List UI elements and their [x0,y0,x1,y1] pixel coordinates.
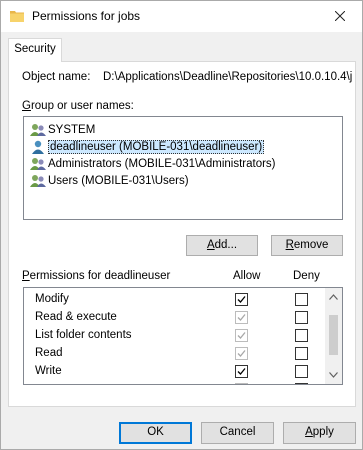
permissions-scrollbar[interactable] [325,288,342,384]
object-name-value: D:\Applications\Deadline\Repositories\10… [103,71,353,83]
list-item[interactable]: SYSTEM [30,121,95,138]
checkmark-icon [237,314,246,321]
folder-icon [10,11,24,22]
permission-row-special [24,381,326,384]
list-item[interactable]: Users (MOBILE-031\Users) [30,172,189,189]
user-group-icon [30,157,46,170]
permission-name: Write [35,365,62,377]
security-panel: Object name: D:\Applications\Deadline\Re… [8,61,356,407]
apply-button[interactable]: Apply [283,422,356,444]
allow-header: Allow [233,270,261,282]
permissions-dialog: Permissions for jobs Security Object nam… [0,0,363,450]
deny-checkbox[interactable] [295,365,308,378]
list-item[interactable]: Administrators (MOBILE-031\Administrator… [30,155,276,172]
deny-checkbox[interactable] [295,329,308,342]
user-group-icon [30,123,46,136]
user-icon [32,140,44,154]
permission-row-list-folder: List folder contents [24,327,326,345]
allow-checkbox[interactable] [235,293,248,306]
deny-checkbox[interactable] [295,293,308,306]
permission-row-modify: Modify [24,291,326,309]
ok-button[interactable]: OK [119,422,192,444]
close-button[interactable] [317,1,362,31]
close-icon [334,11,345,21]
add-button[interactable]: Add... [186,235,258,256]
window-title: Permissions for jobs [32,9,141,23]
checkmark-icon [237,296,246,303]
deny-checkbox[interactable] [295,383,308,384]
checkmark-icon [237,332,246,339]
permission-name: Read [35,347,63,359]
permission-row-write: Write [24,363,326,381]
permission-row-read-execute: Read & execute [24,309,326,327]
allow-checkbox [235,329,248,342]
permission-name: Modify [35,293,69,305]
list-item-label: Users (MOBILE-031\Users) [48,174,189,187]
group-user-list[interactable]: SYSTEM deadlineuser (MOBILE-031\deadline… [23,116,343,220]
allow-checkbox [235,347,248,360]
title-bar: Permissions for jobs [1,1,362,32]
checkmark-icon [237,350,246,357]
scroll-down-icon[interactable] [329,372,338,378]
deny-header: Deny [293,270,320,282]
deny-checkbox[interactable] [295,347,308,360]
permission-name: List folder contents [35,329,132,341]
allow-checkbox [235,383,248,384]
remove-button[interactable]: Remove [271,235,343,256]
allow-checkbox[interactable] [235,365,248,378]
permission-row-read: Read [24,345,326,363]
permissions-list: Modify Read & execute List folder conten… [23,287,343,385]
scroll-up-icon[interactable] [329,294,338,300]
list-item-label: deadlineuser (MOBILE-031\deadlineuser) [48,139,265,154]
list-item[interactable]: deadlineuser (MOBILE-031\deadlineuser) [30,138,265,155]
permissions-label: Permissions for deadlineuser [22,270,171,282]
user-group-icon [30,174,46,187]
checkmark-icon [237,368,246,375]
list-item-label: Administrators (MOBILE-031\Administrator… [48,157,276,170]
scrollbar-thumb[interactable] [329,315,338,355]
cancel-button[interactable]: Cancel [201,422,274,444]
group-names-label: Group or user names: [22,100,134,112]
permission-name: Read & execute [35,311,117,323]
list-item-label: SYSTEM [48,123,96,136]
tab-security[interactable]: Security [8,38,62,62]
deny-checkbox[interactable] [295,311,308,324]
allow-checkbox [235,311,248,324]
object-name-label: Object name: [22,71,91,83]
